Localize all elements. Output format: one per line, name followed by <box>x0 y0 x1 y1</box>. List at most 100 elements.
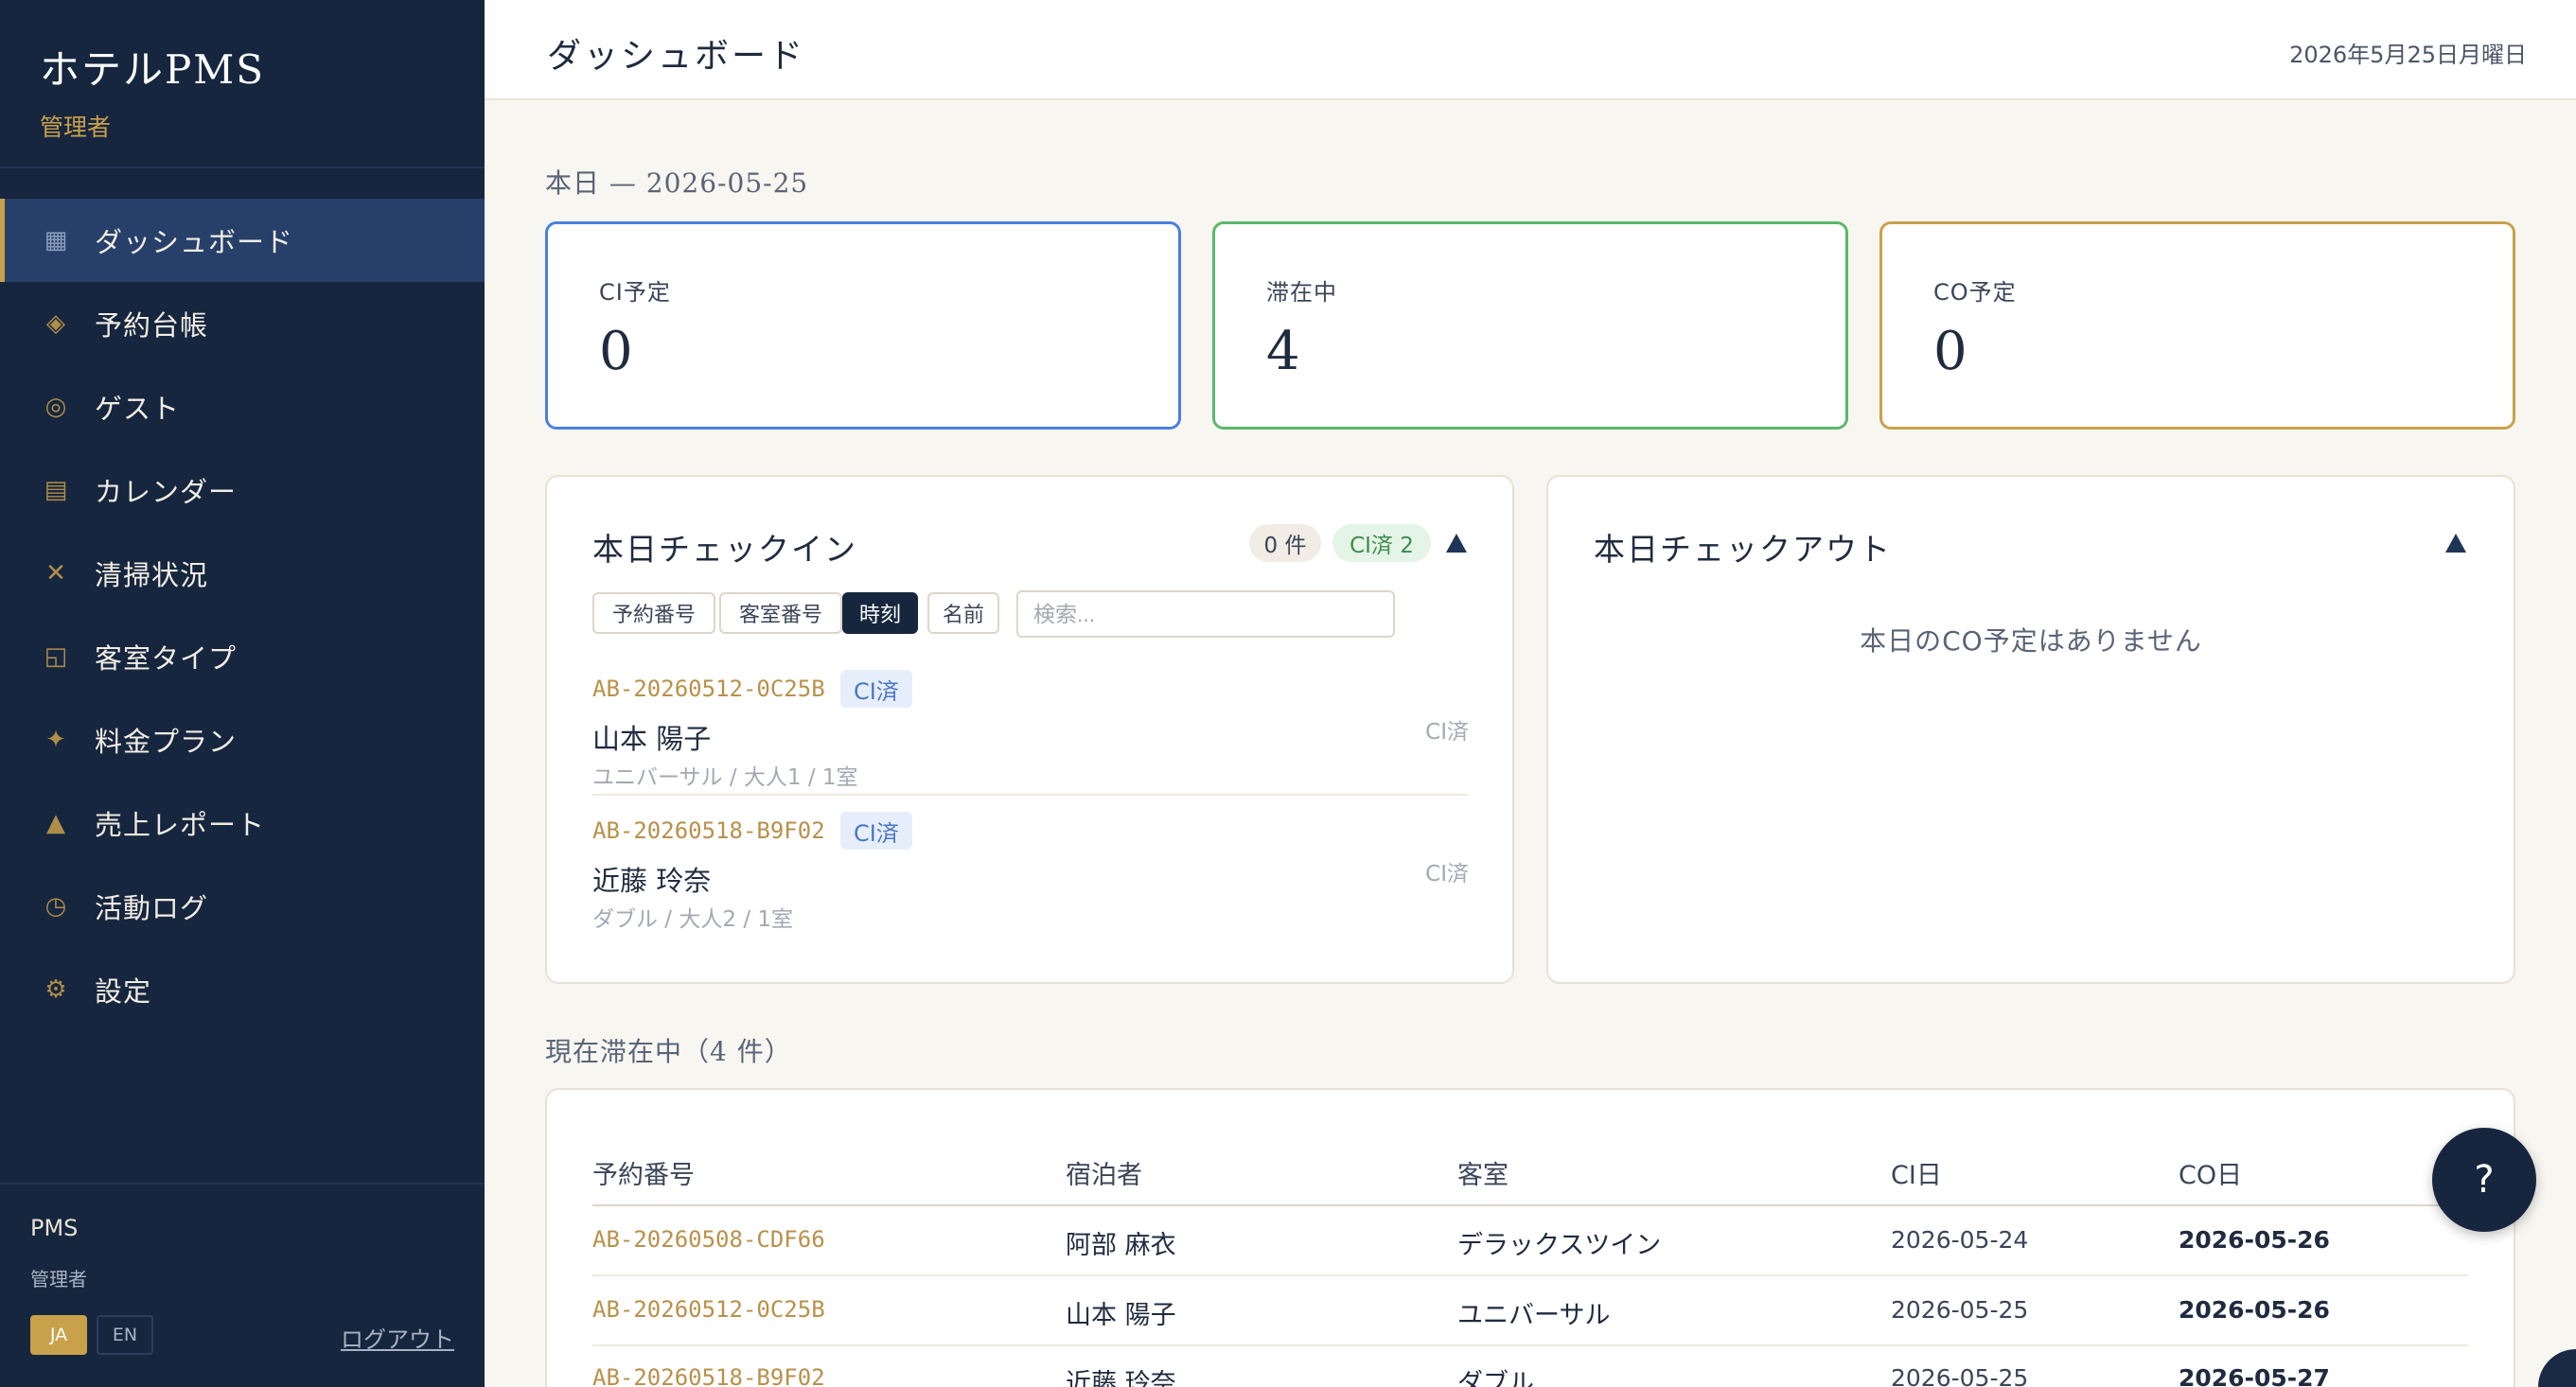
guest-name: 近藤 玲奈 <box>1066 1369 1176 1387</box>
triangle-icon: ▲ <box>46 809 65 837</box>
divider <box>592 1344 2468 1346</box>
stat-card-checkin: CI予定 0 <box>545 221 1181 430</box>
filter-time[interactable]: 時刻 <box>842 592 918 634</box>
sidebar-item-label: 設定 <box>95 975 152 1008</box>
calendar-icon: ▤ <box>44 476 68 504</box>
checkin-date: 2026-05-25 <box>1891 1364 2029 1387</box>
sidebar-item-room-types[interactable]: ◱ 客室タイプ <box>0 615 485 698</box>
sidebar-item-label: 活動ログ <box>95 892 209 924</box>
booking-number[interactable]: AB-20260518-B9F02 <box>592 817 825 844</box>
booking-number[interactable]: AB-20260518-B9F02 <box>592 1364 825 1387</box>
sidebar-item-guests[interactable]: ◎ ゲスト <box>0 365 485 448</box>
checkin-item[interactable]: AB-20260518-B9F02 CI済 近藤 玲奈 ダブル / 大人2 / … <box>592 812 1469 932</box>
collapse-icon[interactable] <box>1446 534 1467 553</box>
stat-value: 0 <box>599 321 633 382</box>
page-title: ダッシュボード <box>547 37 806 76</box>
checked-in-badge: CI済 2 <box>1332 524 1431 562</box>
checkout-date: 2026-05-27 <box>2179 1364 2330 1387</box>
guest-name: 阿部 麻衣 <box>1066 1231 1176 1260</box>
empty-message: 本日のCO予定はありません <box>1860 625 2202 657</box>
guest-name: 近藤 玲奈 <box>592 865 712 897</box>
lang-en-button[interactable]: EN <box>97 1315 153 1355</box>
checkin-status: CI済 <box>1425 862 1469 887</box>
stat-label: CO予定 <box>1933 279 2017 306</box>
sidebar-item-calendar[interactable]: ▤ カレンダー <box>0 448 485 532</box>
stat-value: 4 <box>1266 321 1300 382</box>
checkin-status: CI済 <box>1425 720 1469 745</box>
sidebar-item-label: 売上レポート <box>95 809 266 841</box>
filter-booking-number[interactable]: 予約番号 <box>592 592 715 634</box>
sidebar-item-reservations[interactable]: ◈ 予約台帳 <box>0 282 485 365</box>
search-input[interactable] <box>1016 590 1395 638</box>
booking-detail: ユニバーサル / 大人1 / 1室 <box>592 765 858 790</box>
sidebar-item-label: カレンダー <box>95 476 238 508</box>
room-type: ユニバーサル <box>1457 1301 1611 1330</box>
sidebar-item-dashboard[interactable]: ▦ ダッシュボード <box>0 199 485 282</box>
sparkle-icon: ✦ <box>45 726 66 754</box>
checkin-item[interactable]: AB-20260512-0C25B CI済 山本 陽子 ユニバーサル / 大人1… <box>592 670 1469 790</box>
sidebar-item-label: 予約台帳 <box>95 309 209 342</box>
gear-icon: ⚙ <box>44 975 67 1004</box>
booking-number[interactable]: AB-20260512-0C25B <box>592 676 825 702</box>
guest-name: 山本 陽子 <box>1066 1301 1176 1330</box>
column-header: CO日 <box>2179 1161 2243 1190</box>
sidebar-item-sales-report[interactable]: ▲ 売上レポート <box>0 781 485 865</box>
booking-number[interactable]: AB-20260508-CDF66 <box>592 1226 825 1253</box>
divider <box>592 1274 2468 1276</box>
room-type: ダブル <box>1457 1369 1534 1387</box>
sidebar-item-label: 清掃状況 <box>95 559 209 591</box>
divider <box>592 794 1469 796</box>
current-date: 2026年5月25日月曜日 <box>2289 42 2527 68</box>
sidebar-item-label: 客室タイプ <box>95 642 238 675</box>
booking-number[interactable]: AB-20260512-0C25B <box>592 1296 825 1323</box>
checkout-date: 2026-05-26 <box>2179 1226 2330 1254</box>
grid-icon: ▦ <box>44 226 68 255</box>
sidebar-item-settings[interactable]: ⚙ 設定 <box>0 948 485 1031</box>
brand-subtitle: 管理者 <box>40 114 112 141</box>
checkin-panel-title: 本日チェックイン <box>592 531 857 568</box>
sidebar-item-rate-plans[interactable]: ✦ 料金プラン <box>0 698 485 781</box>
checkin-date: 2026-05-24 <box>1891 1226 2029 1254</box>
column-header: CI日 <box>1891 1161 1942 1190</box>
stat-card-in-house: 滞在中 4 <box>1212 221 1848 430</box>
logout-link[interactable]: ログアウト <box>341 1321 454 1354</box>
lang-ja-button[interactable]: JA <box>30 1315 87 1355</box>
filter-room-number[interactable]: 客室番号 <box>719 592 842 634</box>
guest-name: 山本 陽子 <box>592 723 712 755</box>
stat-card-checkout: CO予定 0 <box>1879 221 2515 430</box>
count-badge: 0 件 <box>1249 524 1321 562</box>
diamond-icon: ◈ <box>46 309 65 338</box>
column-header: 宿泊者 <box>1066 1161 1142 1190</box>
booking-detail: ダブル / 大人2 / 1室 <box>592 907 794 932</box>
sidebar: ホテルPMS 管理者 ▦ ダッシュボード ◈ 予約台帳 ◎ ゲスト ▤ カレンダ… <box>0 0 485 1387</box>
stat-label: 滞在中 <box>1266 279 1337 306</box>
divider <box>592 1204 2468 1206</box>
divider <box>0 167 485 168</box>
stat-value: 0 <box>1933 321 1967 382</box>
circle-icon: ◎ <box>44 393 67 421</box>
brand: ホテルPMS 管理者 <box>40 38 265 143</box>
cross-icon: ✕ <box>45 559 66 588</box>
sidebar-item-label: ダッシュボード <box>95 226 294 258</box>
user-name: PMS <box>30 1215 79 1241</box>
clock-icon: ◷ <box>44 892 67 921</box>
divider <box>0 1183 485 1185</box>
today-label: 本日 — 2026-05-25 <box>545 167 809 199</box>
stays-label: 現在滞在中（4 件） <box>545 1036 792 1067</box>
checkout-panel-title: 本日チェックアウト <box>1594 531 1892 568</box>
column-header: 客室 <box>1457 1161 1509 1190</box>
checkout-date: 2026-05-26 <box>2179 1296 2330 1324</box>
checkin-date: 2026-05-25 <box>1891 1296 2029 1324</box>
sidebar-item-label: 料金プラン <box>95 726 238 758</box>
collapse-icon[interactable] <box>2445 534 2466 553</box>
sidebar-item-activity-log[interactable]: ◷ 活動ログ <box>0 865 485 948</box>
filter-name[interactable]: 名前 <box>927 592 999 634</box>
sidebar-item-label: ゲスト <box>95 393 181 425</box>
topbar: ダッシュボード 2026年5月25日月曜日 <box>485 0 2576 100</box>
sidebar-item-housekeeping[interactable]: ✕ 清掃状況 <box>0 532 485 615</box>
room-type: デラックスツイン <box>1457 1231 1662 1260</box>
user-role: 管理者 <box>30 1268 87 1290</box>
brand-title: ホテルPMS <box>40 46 266 93</box>
help-button[interactable]: ? <box>2432 1128 2536 1232</box>
status-tag: CI済 <box>840 670 912 708</box>
